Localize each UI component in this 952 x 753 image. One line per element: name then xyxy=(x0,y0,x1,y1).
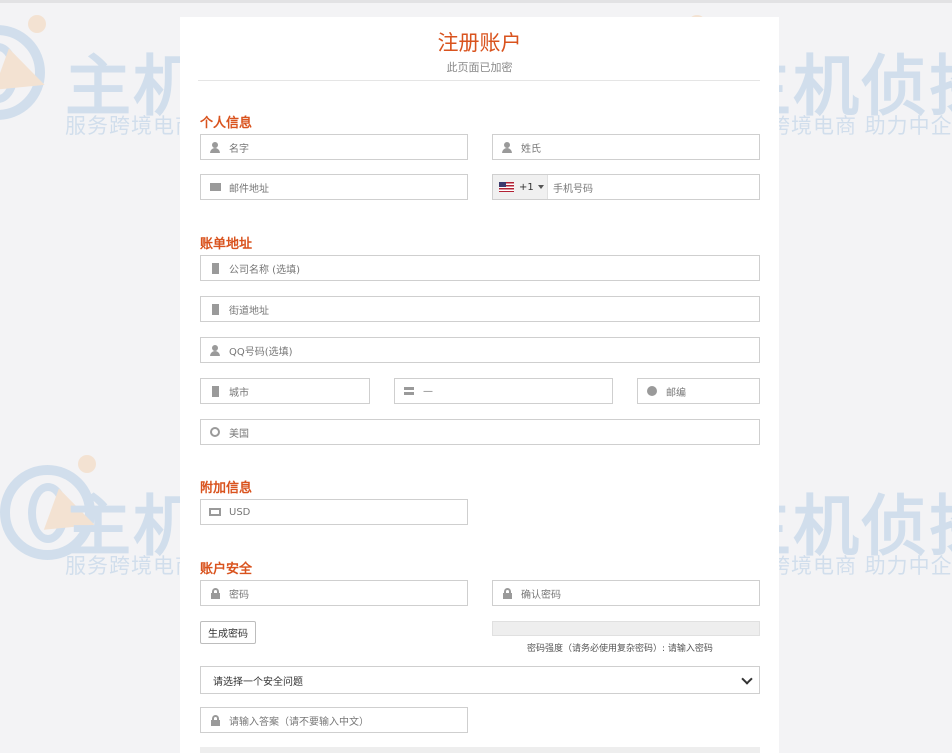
lock-icon xyxy=(493,587,521,599)
circle-icon xyxy=(638,386,666,396)
country-code: +1 xyxy=(519,181,534,193)
zip-field[interactable]: 邮编 xyxy=(637,378,760,404)
envelope-icon xyxy=(201,183,229,191)
city-field[interactable]: 城市 xyxy=(200,378,370,404)
register-form-card: 注册账户 此页面已加密 个人信息 名字 姓氏 邮件地址 +1 手机号码 账单地址… xyxy=(180,17,779,753)
email-placeholder: 邮件地址 xyxy=(229,183,269,195)
confirm-password-placeholder: 确认密码 xyxy=(521,589,561,601)
currency-select[interactable]: USD xyxy=(200,499,468,525)
last-name-field[interactable]: 姓氏 xyxy=(492,134,760,160)
user-icon xyxy=(201,344,229,356)
password-strength-meter xyxy=(492,621,760,636)
password-field[interactable]: 密码 xyxy=(200,580,468,606)
last-name-placeholder: 姓氏 xyxy=(521,143,541,155)
watermark-globe-icon xyxy=(0,25,45,120)
chevron-down-icon xyxy=(741,673,753,685)
country-select[interactable]: 美国 xyxy=(200,419,760,445)
top-border xyxy=(0,0,952,3)
password-placeholder: 密码 xyxy=(229,589,249,601)
user-icon xyxy=(201,141,229,153)
building-icon xyxy=(201,262,229,274)
next-block-edge xyxy=(200,747,760,753)
phone-field[interactable]: +1 手机号码 xyxy=(492,174,760,200)
globe-icon xyxy=(201,427,229,437)
us-flag-icon xyxy=(499,182,514,192)
country-value: 美国 xyxy=(229,428,249,440)
company-placeholder: 公司名称 (选填) xyxy=(229,264,300,276)
city-placeholder: 城市 xyxy=(229,387,249,399)
security-answer-field[interactable]: 请输入答案（请不要输入中文） xyxy=(200,707,468,733)
section-additional-title: 附加信息 xyxy=(200,481,253,496)
section-security-title: 账户安全 xyxy=(200,562,253,577)
watermark-globe-icon xyxy=(0,465,95,560)
security-question-select[interactable]: 请选择一个安全问题 xyxy=(200,666,760,694)
section-personal-title: 个人信息 xyxy=(200,116,253,131)
qq-field[interactable]: QQ号码(选填) xyxy=(200,337,760,363)
street-placeholder: 街道地址 xyxy=(229,305,269,317)
email-field[interactable]: 邮件地址 xyxy=(200,174,468,200)
lock-icon xyxy=(201,714,229,726)
security-question-value: 请选择一个安全问题 xyxy=(213,676,303,688)
page-subtitle: 此页面已加密 xyxy=(446,61,513,74)
first-name-field[interactable]: 名字 xyxy=(200,134,468,160)
zip-placeholder: 邮编 xyxy=(666,387,686,399)
street-field[interactable]: 街道地址 xyxy=(200,296,760,322)
security-answer-placeholder: 请输入答案（请不要输入中文） xyxy=(229,716,369,728)
generate-password-button[interactable]: 生成密码 xyxy=(200,621,256,644)
divider xyxy=(198,80,760,81)
state-select[interactable]: — xyxy=(394,378,613,404)
caret-down-icon xyxy=(537,185,544,189)
state-value: — xyxy=(423,385,433,397)
lock-icon xyxy=(201,587,229,599)
section-billing-title: 账单地址 xyxy=(200,237,253,252)
qq-placeholder: QQ号码(选填) xyxy=(229,346,293,358)
building-icon xyxy=(201,303,229,315)
confirm-password-field[interactable]: 确认密码 xyxy=(492,580,760,606)
country-code-dropdown[interactable]: +1 xyxy=(493,175,548,199)
first-name-placeholder: 名字 xyxy=(229,143,249,155)
page-title: 注册账户 xyxy=(437,31,522,55)
user-icon xyxy=(493,141,521,153)
building-icon xyxy=(201,385,229,397)
signpost-icon xyxy=(395,387,423,395)
money-icon xyxy=(201,508,229,516)
phone-placeholder: 手机号码 xyxy=(553,183,593,195)
password-strength-note: 密码强度（请务必使用复杂密码）: 请输入密码 xyxy=(527,644,713,654)
company-field[interactable]: 公司名称 (选填) xyxy=(200,255,760,281)
currency-value: USD xyxy=(229,506,251,518)
